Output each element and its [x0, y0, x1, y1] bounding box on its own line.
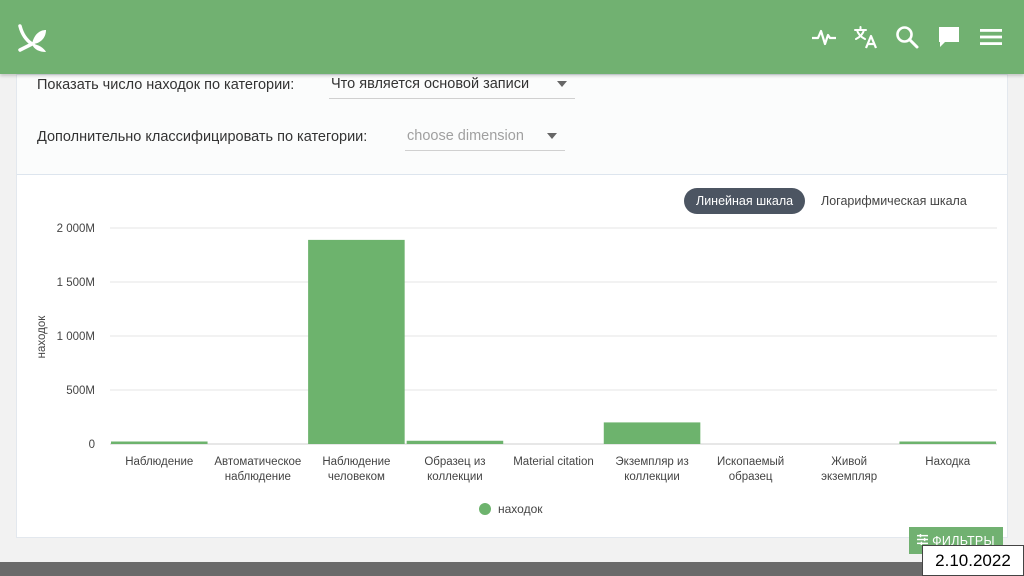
- legend-swatch: [479, 503, 491, 515]
- x-tick-label: Автоматическое наблюдение: [214, 456, 301, 483]
- chat-icon[interactable]: [934, 22, 964, 52]
- y-axis-label: находок: [36, 315, 48, 359]
- y-tick-label: 0: [89, 439, 95, 451]
- y-tick-label: 1 000M: [57, 331, 95, 343]
- legend-label: находок: [498, 502, 543, 516]
- search-icon[interactable]: [892, 22, 922, 52]
- bar[interactable]: [406, 440, 504, 444]
- bottom-bar: [0, 562, 1024, 576]
- chart-panel: Показать число находок по категории: Что…: [16, 74, 1008, 538]
- bar[interactable]: [603, 422, 701, 444]
- x-tick-label: Находка: [925, 456, 970, 468]
- y-tick-label: 1 500M: [57, 277, 95, 289]
- x-tick-label: Экземпляр из коллекции: [615, 456, 688, 483]
- leaf-logo-icon[interactable]: [14, 20, 50, 56]
- y-tick-label: 500M: [66, 385, 95, 397]
- activity-pulse-icon[interactable]: [809, 22, 839, 52]
- bar-chart: 0 500M 1 000M 1 500M 2 000M Наблюдение Автома…: [36, 223, 997, 516]
- slide-date: 2.10.2022: [922, 545, 1024, 576]
- x-tick-label: Живой экземпляр: [821, 456, 877, 483]
- bar[interactable]: [899, 441, 996, 445]
- bar[interactable]: [308, 239, 405, 444]
- x-tick-label: Образец из коллекции: [424, 456, 485, 483]
- bar[interactable]: [111, 441, 208, 445]
- x-tick-label: Ископаемый образец: [717, 456, 784, 483]
- x-tick-label: Наблюдение: [125, 456, 193, 468]
- chart-legend[interactable]: находок: [479, 502, 543, 516]
- x-tick-label: Наблюдение человеком: [322, 456, 390, 483]
- y-tick-label: 2 000M: [57, 223, 95, 235]
- x-tick-label: Material citation: [513, 456, 594, 468]
- menu-icon[interactable]: [976, 22, 1006, 52]
- translate-icon[interactable]: [851, 22, 881, 52]
- top-bar: [0, 0, 1024, 74]
